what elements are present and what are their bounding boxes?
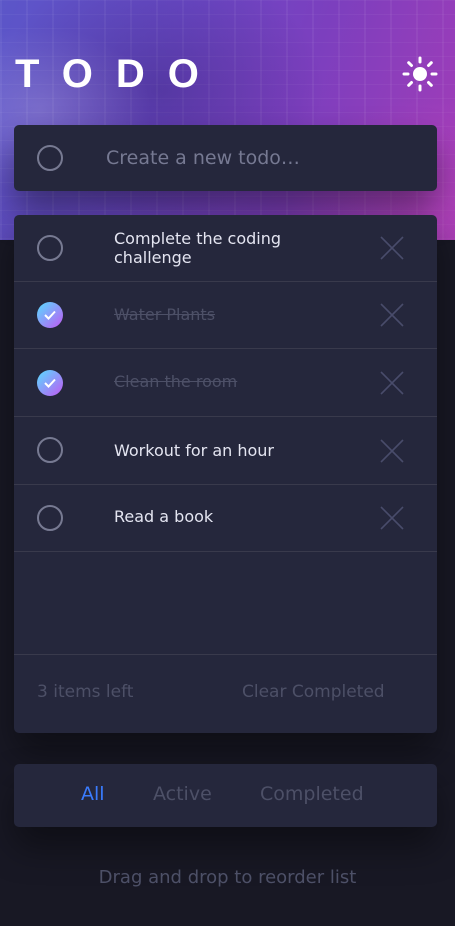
todo-text: Clean the room: [114, 372, 238, 391]
items-left-count: 3 items left: [37, 682, 134, 702]
drag-drop-hint: Drag and drop to reorder list: [98, 867, 357, 888]
todo-checkbox-checked[interactable]: [37, 302, 63, 328]
check-icon: [44, 378, 56, 388]
filter-bar: All Active Completed: [14, 764, 437, 827]
close-icon: [380, 506, 404, 530]
todo-item[interactable]: Clean the room: [14, 349, 437, 417]
todo-item[interactable]: Water Plants: [14, 282, 437, 349]
todo-text: Workout for an hour: [114, 441, 274, 460]
list-footer-divider: [14, 654, 437, 655]
delete-todo-button[interactable]: [380, 439, 404, 463]
todo-item[interactable]: Read a book: [14, 485, 437, 552]
check-icon: [44, 310, 56, 320]
filter-active[interactable]: Active: [153, 782, 212, 806]
todo-text: Water Plants: [114, 305, 216, 324]
todo-checkbox[interactable]: [37, 437, 63, 463]
todo-item[interactable]: Workout for an hour: [14, 417, 437, 485]
sun-icon: [402, 56, 438, 92]
close-icon: [380, 303, 404, 327]
new-todo-input[interactable]: [106, 144, 416, 172]
clear-completed-button[interactable]: Clear Completed: [242, 681, 385, 703]
delete-todo-button[interactable]: [380, 506, 404, 530]
close-icon: [380, 236, 404, 260]
todo-checkbox[interactable]: [37, 505, 63, 531]
header-background: [0, 0, 455, 240]
new-todo-bar: [14, 125, 437, 191]
delete-todo-button[interactable]: [380, 303, 404, 327]
filter-completed[interactable]: Completed: [260, 782, 364, 806]
app-title: TODO: [15, 52, 222, 96]
theme-toggle-button[interactable]: [402, 56, 438, 92]
delete-todo-button[interactable]: [380, 371, 404, 395]
todo-text: Complete the coding challenge: [114, 229, 282, 267]
todo-text: Read a book: [114, 507, 214, 526]
close-icon: [380, 371, 404, 395]
todo-list: Complete the coding challenge Water Plan…: [14, 215, 437, 733]
todo-checkbox[interactable]: [37, 235, 63, 261]
todo-checkbox-checked[interactable]: [37, 370, 63, 396]
new-todo-checkbox[interactable]: [37, 145, 63, 171]
close-icon: [380, 439, 404, 463]
delete-todo-button[interactable]: [380, 236, 404, 260]
filter-all[interactable]: All: [81, 782, 105, 806]
todo-item[interactable]: Complete the coding challenge: [14, 215, 437, 282]
